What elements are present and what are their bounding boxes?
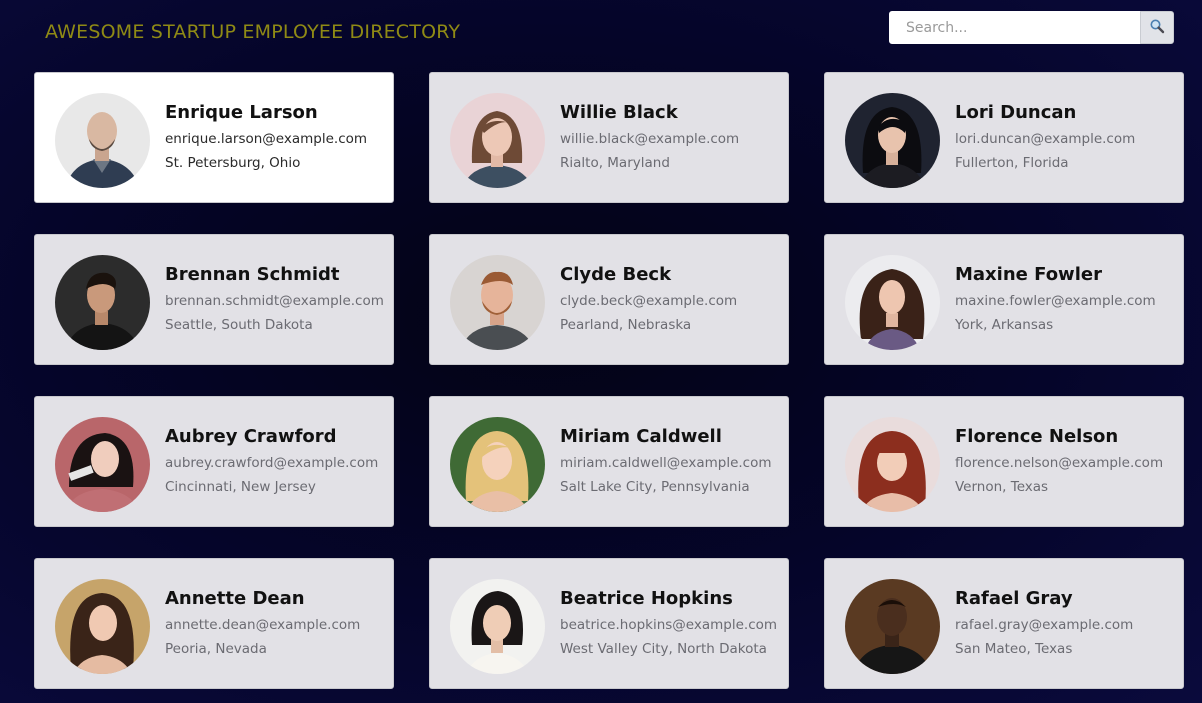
employee-card[interactable]: Clyde Beck clyde.beck@example.com Pearla… xyxy=(429,234,789,365)
employee-email: lori.duncan@example.com xyxy=(955,131,1136,147)
employee-email: willie.black@example.com xyxy=(560,131,740,147)
avatar xyxy=(450,93,545,188)
avatar xyxy=(450,417,545,512)
employee-location: West Valley City, North Dakota xyxy=(560,641,767,657)
employee-email: beatrice.hopkins@example.com xyxy=(560,617,778,633)
employee-info: Lori Duncan lori.duncan@example.com Full… xyxy=(955,102,1180,178)
employee-info: Miriam Caldwell miriam.caldwell@example.… xyxy=(560,426,785,502)
employee-location: Peoria, Nevada xyxy=(165,641,267,657)
page-title: AWESOME STARTUP EMPLOYEE DIRECTORY xyxy=(45,21,461,43)
header: AWESOME STARTUP EMPLOYEE DIRECTORY xyxy=(0,0,1202,60)
employee-name: Maxine Fowler xyxy=(955,264,1102,285)
employee-info: Aubrey Crawford aubrey.crawford@example.… xyxy=(165,426,390,502)
employee-name: Beatrice Hopkins xyxy=(560,588,733,609)
employee-name: Florence Nelson xyxy=(955,426,1119,447)
employee-email: rafael.gray@example.com xyxy=(955,617,1134,633)
employee-card[interactable]: Enrique Larson enrique.larson@example.co… xyxy=(34,72,394,203)
employee-grid: Enrique Larson enrique.larson@example.co… xyxy=(34,72,1184,689)
avatar xyxy=(845,93,940,188)
search-button[interactable] xyxy=(1140,11,1174,44)
employee-name: Clyde Beck xyxy=(560,264,672,285)
avatar xyxy=(450,579,545,674)
avatar xyxy=(845,255,940,350)
employee-info: Enrique Larson enrique.larson@example.co… xyxy=(165,102,390,178)
employee-info: Beatrice Hopkins beatrice.hopkins@exampl… xyxy=(560,588,785,664)
employee-card[interactable]: Maxine Fowler maxine.fowler@example.com … xyxy=(824,234,1184,365)
employee-location: San Mateo, Texas xyxy=(955,641,1073,657)
employee-email: clyde.beck@example.com xyxy=(560,293,738,309)
employee-info: Clyde Beck clyde.beck@example.com Pearla… xyxy=(560,264,785,340)
employee-name: Aubrey Crawford xyxy=(165,426,337,447)
employee-location: Vernon, Texas xyxy=(955,479,1049,495)
employee-info: Florence Nelson florence.nelson@example.… xyxy=(955,426,1180,502)
avatar xyxy=(450,255,545,350)
employee-location: Salt Lake City, Pennsylvania xyxy=(560,479,750,495)
avatar xyxy=(845,417,940,512)
employee-location: St. Petersburg, Ohio xyxy=(165,155,301,171)
employee-location: Cincinnati, New Jersey xyxy=(165,479,316,495)
employee-name: Rafael Gray xyxy=(955,588,1073,609)
avatar xyxy=(55,93,150,188)
employee-info: Brennan Schmidt brennan.schmidt@example.… xyxy=(165,264,390,340)
employee-card[interactable]: Rafael Gray rafael.gray@example.com San … xyxy=(824,558,1184,689)
employee-info: Annette Dean annette.dean@example.com Pe… xyxy=(165,588,390,664)
employee-card[interactable]: Beatrice Hopkins beatrice.hopkins@exampl… xyxy=(429,558,789,689)
search-icon xyxy=(1149,18,1165,37)
avatar xyxy=(845,579,940,674)
employee-name: Annette Dean xyxy=(165,588,305,609)
avatar xyxy=(55,255,150,350)
employee-name: Willie Black xyxy=(560,102,678,123)
employee-name: Enrique Larson xyxy=(165,102,318,123)
employee-card[interactable]: Aubrey Crawford aubrey.crawford@example.… xyxy=(34,396,394,527)
employee-name: Lori Duncan xyxy=(955,102,1077,123)
employee-email: aubrey.crawford@example.com xyxy=(165,455,379,471)
employee-name: Brennan Schmidt xyxy=(165,264,340,285)
employee-email: maxine.fowler@example.com xyxy=(955,293,1156,309)
employee-location: Seattle, South Dakota xyxy=(165,317,313,333)
employee-card[interactable]: Miriam Caldwell miriam.caldwell@example.… xyxy=(429,396,789,527)
employee-name: Miriam Caldwell xyxy=(560,426,722,447)
employee-email: annette.dean@example.com xyxy=(165,617,361,633)
search-input[interactable] xyxy=(889,11,1140,44)
employee-location: York, Arkansas xyxy=(955,317,1054,333)
employee-card[interactable]: Annette Dean annette.dean@example.com Pe… xyxy=(34,558,394,689)
employee-card[interactable]: Lori Duncan lori.duncan@example.com Full… xyxy=(824,72,1184,203)
employee-email: miriam.caldwell@example.com xyxy=(560,455,772,471)
avatar xyxy=(55,579,150,674)
employee-info: Maxine Fowler maxine.fowler@example.com … xyxy=(955,264,1180,340)
employee-location: Pearland, Nebraska xyxy=(560,317,692,333)
employee-location: Fullerton, Florida xyxy=(955,155,1069,171)
employee-email: brennan.schmidt@example.com xyxy=(165,293,384,309)
employee-info: Rafael Gray rafael.gray@example.com San … xyxy=(955,588,1180,664)
avatar xyxy=(55,417,150,512)
employee-info: Willie Black willie.black@example.com Ri… xyxy=(560,102,785,178)
employee-card[interactable]: Brennan Schmidt brennan.schmidt@example.… xyxy=(34,234,394,365)
employee-card[interactable]: Florence Nelson florence.nelson@example.… xyxy=(824,396,1184,527)
employee-email: florence.nelson@example.com xyxy=(955,455,1164,471)
employee-card[interactable]: Willie Black willie.black@example.com Ri… xyxy=(429,72,789,203)
search-form xyxy=(889,11,1174,44)
employee-email: enrique.larson@example.com xyxy=(165,131,368,147)
employee-location: Rialto, Maryland xyxy=(560,155,670,171)
